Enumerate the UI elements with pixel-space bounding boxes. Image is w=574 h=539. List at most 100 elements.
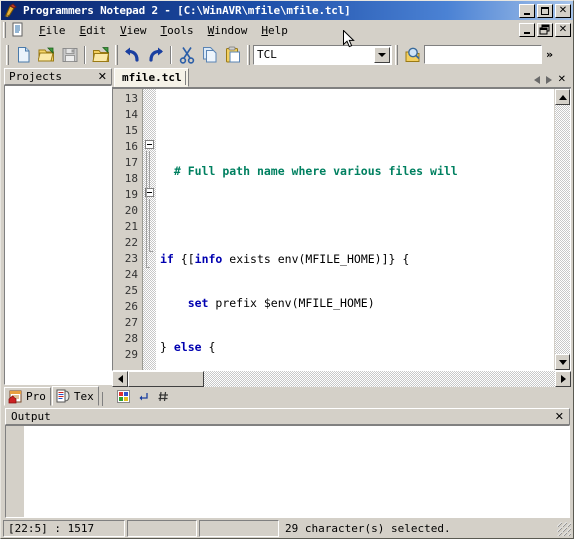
- new-file-button[interactable]: [12, 44, 35, 66]
- toolbar-drag-grip-1[interactable]: [6, 44, 9, 65]
- cut-button[interactable]: [175, 44, 198, 66]
- redo-button[interactable]: [144, 44, 167, 66]
- close-icon: ✕: [558, 24, 568, 35]
- tab-next-icon[interactable]: [545, 75, 552, 84]
- menu-item-window[interactable]: Window: [201, 22, 255, 39]
- scroll-right-button[interactable]: [555, 371, 571, 387]
- projects-icon: [8, 390, 23, 404]
- output-text[interactable]: [24, 426, 569, 517]
- scheme-combo[interactable]: TCL: [253, 44, 392, 65]
- window-close-button[interactable]: ✕: [555, 3, 571, 18]
- editor-tab-bar: mfile.tcl ✕: [112, 68, 571, 88]
- menu-item-view[interactable]: View: [113, 22, 154, 39]
- menu-item-file[interactable]: File: [32, 22, 73, 39]
- toolbar-drag-grip-4[interactable]: [395, 44, 398, 65]
- projects-dock-title: Projects: [9, 70, 62, 83]
- editor-tab-label: mfile.tcl: [122, 71, 182, 84]
- comment-token: # Full path name where various files wil…: [173, 164, 458, 178]
- close-icon[interactable]: ✕: [553, 410, 566, 423]
- chevron-down-icon[interactable]: [374, 46, 390, 63]
- fold-toggle-16[interactable]: [145, 140, 154, 149]
- copy-button[interactable]: [198, 44, 221, 66]
- output-gutter: [6, 426, 24, 517]
- line-number-gutter: 13 14 15 16 17 18 19 20 21 22 23 24 25 2…: [113, 89, 143, 370]
- text-clips-icon: [56, 389, 71, 403]
- close-icon[interactable]: ✕: [96, 70, 109, 83]
- hscroll-thumb[interactable]: [128, 371, 204, 387]
- plain-token: exists env(MFILE_HOME)]} {: [222, 252, 410, 266]
- plain-token: {[: [173, 252, 195, 266]
- menu-item-help[interactable]: Help: [254, 22, 295, 39]
- scroll-left-button[interactable]: [112, 371, 128, 387]
- mdi-close-button[interactable]: ✕: [555, 23, 571, 37]
- tab-prev-icon[interactable]: [533, 75, 540, 84]
- keyword-token: info: [194, 252, 223, 266]
- find-binoculars-icon[interactable]: [401, 44, 424, 66]
- scroll-up-button[interactable]: [555, 89, 570, 105]
- window-controls: ✕: [519, 3, 571, 18]
- line-number: 21: [124, 220, 138, 233]
- line-number: 28: [124, 332, 138, 345]
- scheme-combo-value: TCL: [257, 48, 277, 61]
- line-number: 17: [124, 156, 138, 169]
- scroll-down-button[interactable]: [555, 354, 570, 370]
- fold-connector: [149, 199, 150, 251]
- editor-vertical-scrollbar[interactable]: [554, 89, 570, 370]
- title-bar: Programmers Notepad 2 - [C:\WinAVR\mfile…: [1, 1, 573, 20]
- line-number: 15: [124, 124, 138, 137]
- line-number: 26: [124, 300, 138, 313]
- paste-button[interactable]: [221, 44, 244, 66]
- line-number: 29: [124, 348, 138, 361]
- pilcrow-return-icon[interactable]: [135, 389, 152, 405]
- projects-tree[interactable]: [4, 85, 112, 385]
- output-pane[interactable]: [5, 425, 570, 518]
- line-number: 25: [124, 284, 138, 297]
- toolbar-drag-grip-3[interactable]: [247, 44, 250, 65]
- document-icon: [10, 22, 26, 38]
- main-area: Projects ✕ Pro Tex mfile.tcl ✕ 13 14 15 …: [1, 68, 573, 406]
- output-dock: Output ✕: [5, 408, 570, 518]
- undo-button[interactable]: [121, 44, 144, 66]
- status-message: 29 character(s) selected.: [285, 522, 451, 535]
- code-editor[interactable]: 13 14 15 16 17 18 19 20 21 22 23 24 25 2…: [112, 88, 571, 371]
- colour-blocks-icon[interactable]: [115, 389, 132, 405]
- fold-connector: [146, 151, 147, 268]
- code-line: # Full path name where various files wil…: [156, 163, 554, 179]
- code-text[interactable]: # Full path name where various files wil…: [156, 89, 554, 370]
- dock-tab-text-clips-label: Tex: [73, 389, 94, 403]
- resize-grip[interactable]: [557, 521, 571, 536]
- left-dock-tabs: Pro Tex: [4, 385, 112, 406]
- tab-close-icon[interactable]: ✕: [558, 74, 566, 85]
- menu-drag-grip[interactable]: [3, 22, 6, 38]
- window-maximize-button[interactable]: [537, 3, 553, 18]
- fold-end-tick-24: [146, 267, 150, 268]
- open-project-button[interactable]: [89, 44, 112, 66]
- find-input[interactable]: [424, 45, 542, 64]
- line-number: 20: [124, 204, 138, 217]
- fold-end-tick-23: [149, 251, 153, 252]
- code-line: } else {: [156, 339, 554, 355]
- hash-whitespace-icon[interactable]: [155, 389, 172, 405]
- editor-horizontal-scrollbar[interactable]: [112, 371, 571, 387]
- mdi-child-controls: ✕: [519, 23, 571, 37]
- toolbar-separator-1: [84, 45, 86, 64]
- menu-item-tools[interactable]: Tools: [154, 22, 201, 39]
- output-dock-title: Output: [11, 410, 51, 423]
- toolbar-overflow-button[interactable]: »: [546, 48, 553, 61]
- close-icon: ✕: [558, 4, 568, 16]
- fold-connector: [149, 151, 150, 188]
- code-line: if {[info exists env(MFILE_HOME)]} {: [156, 251, 554, 267]
- toolbar-drag-grip-2[interactable]: [115, 44, 118, 65]
- menu-item-edit[interactable]: Edit: [73, 22, 114, 39]
- dock-tab-projects[interactable]: Pro: [4, 387, 51, 406]
- line-number: 18: [124, 172, 138, 185]
- window-minimize-button[interactable]: [519, 3, 535, 18]
- editor-tab-mfile-tcl[interactable]: mfile.tcl: [114, 68, 189, 87]
- mdi-restore-button[interactable]: [537, 23, 553, 37]
- fold-margin[interactable]: [143, 89, 156, 370]
- keyword-token: if: [160, 252, 174, 266]
- dock-tab-text-clips[interactable]: Tex: [51, 386, 99, 406]
- plain-token: }: [160, 340, 174, 354]
- open-file-button[interactable]: [35, 44, 58, 66]
- mdi-minimize-button[interactable]: [519, 23, 535, 37]
